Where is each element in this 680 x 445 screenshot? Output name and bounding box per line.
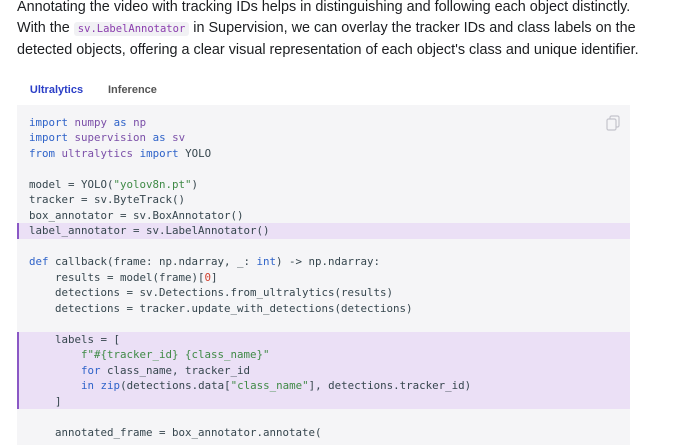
code-token: numpy: [74, 115, 108, 129]
code-token: YOLO: [178, 146, 212, 160]
code-token: model = YOLO(: [29, 177, 114, 191]
code-token: callback(frame: np.ndarray, _:: [48, 255, 257, 268]
code-token: import: [139, 146, 179, 160]
tab-ultralytics[interactable]: Ultralytics: [17, 78, 96, 107]
code-token: (detections.data[: [120, 379, 231, 392]
code-tabs: Ultralytics Inference: [17, 78, 630, 107]
code-token: import: [29, 115, 69, 129]
code-line: from ultralytics import YOLO: [17, 146, 630, 162]
code-token: ]: [29, 394, 62, 408]
code-token: detections = sv.Detections.from_ultralyt…: [29, 286, 394, 299]
code-token: annotated_frame = box_annotator.annotate…: [29, 425, 322, 439]
code-token: class_name, tracker_id: [100, 363, 251, 377]
description-paragraph: Annotating the video with tracking IDs h…: [17, 0, 657, 61]
code-token: labels = [: [29, 332, 121, 346]
description-line-3: detected objects, offering a clear visua…: [17, 42, 639, 58]
code-line: for class_name, tracker_id: [17, 362, 630, 379]
code-token: zip: [100, 379, 121, 392]
code-token: box_annotator = sv.BoxAnnotator(): [29, 208, 244, 222]
description-text: With the: [17, 20, 74, 36]
code-line: ]: [17, 393, 630, 410]
code-line: labels = [: [17, 331, 630, 348]
code-token: results = model(frame)[: [29, 270, 205, 284]
code-token: def: [29, 255, 49, 268]
code-line: label_annotator = sv.LabelAnnotator(): [17, 223, 630, 239]
code-token: tracker = sv.ByteTrack(): [29, 193, 186, 206]
code-token: ultralytics: [61, 146, 134, 160]
code-line-text: import supervision as sv: [29, 130, 185, 146]
code-line-text: model = YOLO("yolov8n.pt"): [29, 177, 198, 193]
code-token: f"#{tracker_id} {class_name}": [81, 348, 270, 361]
code-line-text: ]: [29, 394, 62, 410]
code-line-text: detections = sv.Detections.from_ultralyt…: [29, 285, 393, 301]
code-line: in zip(detections.data["class_name"], de…: [17, 378, 630, 394]
code-line: box_annotator = sv.BoxAnnotator(): [17, 208, 630, 224]
code-line-text: tracker = sv.ByteTrack(): [29, 192, 185, 208]
code-line: import numpy as np: [17, 115, 630, 131]
code-token: int: [256, 255, 277, 268]
code-token: import: [29, 131, 69, 144]
code-token: detections = tracker.update_with_detecti…: [29, 301, 413, 315]
code-line-text: in zip(detections.data["class_name"], de…: [29, 378, 471, 394]
code-line-text: for class_name, tracker_id: [29, 363, 250, 379]
code-token: from: [29, 146, 56, 160]
description-text: in Supervision, we can overlay the track…: [189, 20, 636, 36]
code-line: detections = tracker.update_with_detecti…: [17, 301, 630, 317]
code-token: in: [81, 379, 95, 392]
code-line: def callback(frame: np.ndarray, _: int) …: [17, 254, 630, 270]
code-line: import supervision as sv: [17, 130, 630, 146]
code-line-text: label_annotator = sv.LabelAnnotator(): [29, 223, 270, 239]
inline-code-label-annotator: sv.LabelAnnotator: [73, 22, 190, 36]
code-line: results = model(frame)[0]: [17, 270, 630, 286]
description-line-1: Annotating the video with tracking IDs h…: [17, 0, 631, 15]
code-token: ): [191, 177, 199, 191]
code-token: as: [152, 131, 166, 144]
code-token: for: [81, 363, 101, 377]
code-line-text: def callback(frame: np.ndarray, _: int) …: [29, 254, 380, 270]
code-line: model = YOLO("yolov8n.pt"): [17, 177, 630, 193]
code-token: ]: [211, 270, 218, 284]
code-token: "class_name": [230, 379, 309, 392]
code-token: ], detections.tracker_id): [308, 379, 472, 392]
code-line-text: import numpy as np: [29, 115, 146, 131]
code-line-text: results = model(frame)[0]: [29, 270, 218, 286]
code-token: np: [133, 115, 147, 129]
code-block: import numpy as np import supervision as …: [17, 105, 630, 445]
tab-inference[interactable]: Inference: [108, 78, 157, 105]
code-line: f"#{tracker_id} {class_name}": [17, 347, 630, 363]
code-token: sv: [172, 131, 186, 144]
code-line-text: from ultralytics import YOLO: [29, 146, 211, 162]
code-token: label_annotator = sv.LabelAnnotator(): [29, 224, 270, 237]
code-line-text: labels = [: [29, 332, 120, 348]
code-token: ) -> np.ndarray:: [276, 255, 381, 268]
code-line: tracker = sv.ByteTrack(): [17, 192, 630, 208]
code-line-text: box_annotator = sv.BoxAnnotator(): [29, 208, 244, 224]
description-line-2: With the sv.LabelAnnotator in Supervisio…: [17, 18, 657, 40]
code-token: as: [113, 115, 127, 129]
code-token: "yolov8n.pt": [113, 177, 192, 191]
code-line-text: f"#{tracker_id} {class_name}": [29, 347, 270, 363]
code-line-text: detections = tracker.update_with_detecti…: [29, 301, 413, 317]
code-token: supervision: [74, 131, 147, 144]
code-line: detections = sv.Detections.from_ultralyt…: [17, 285, 630, 301]
